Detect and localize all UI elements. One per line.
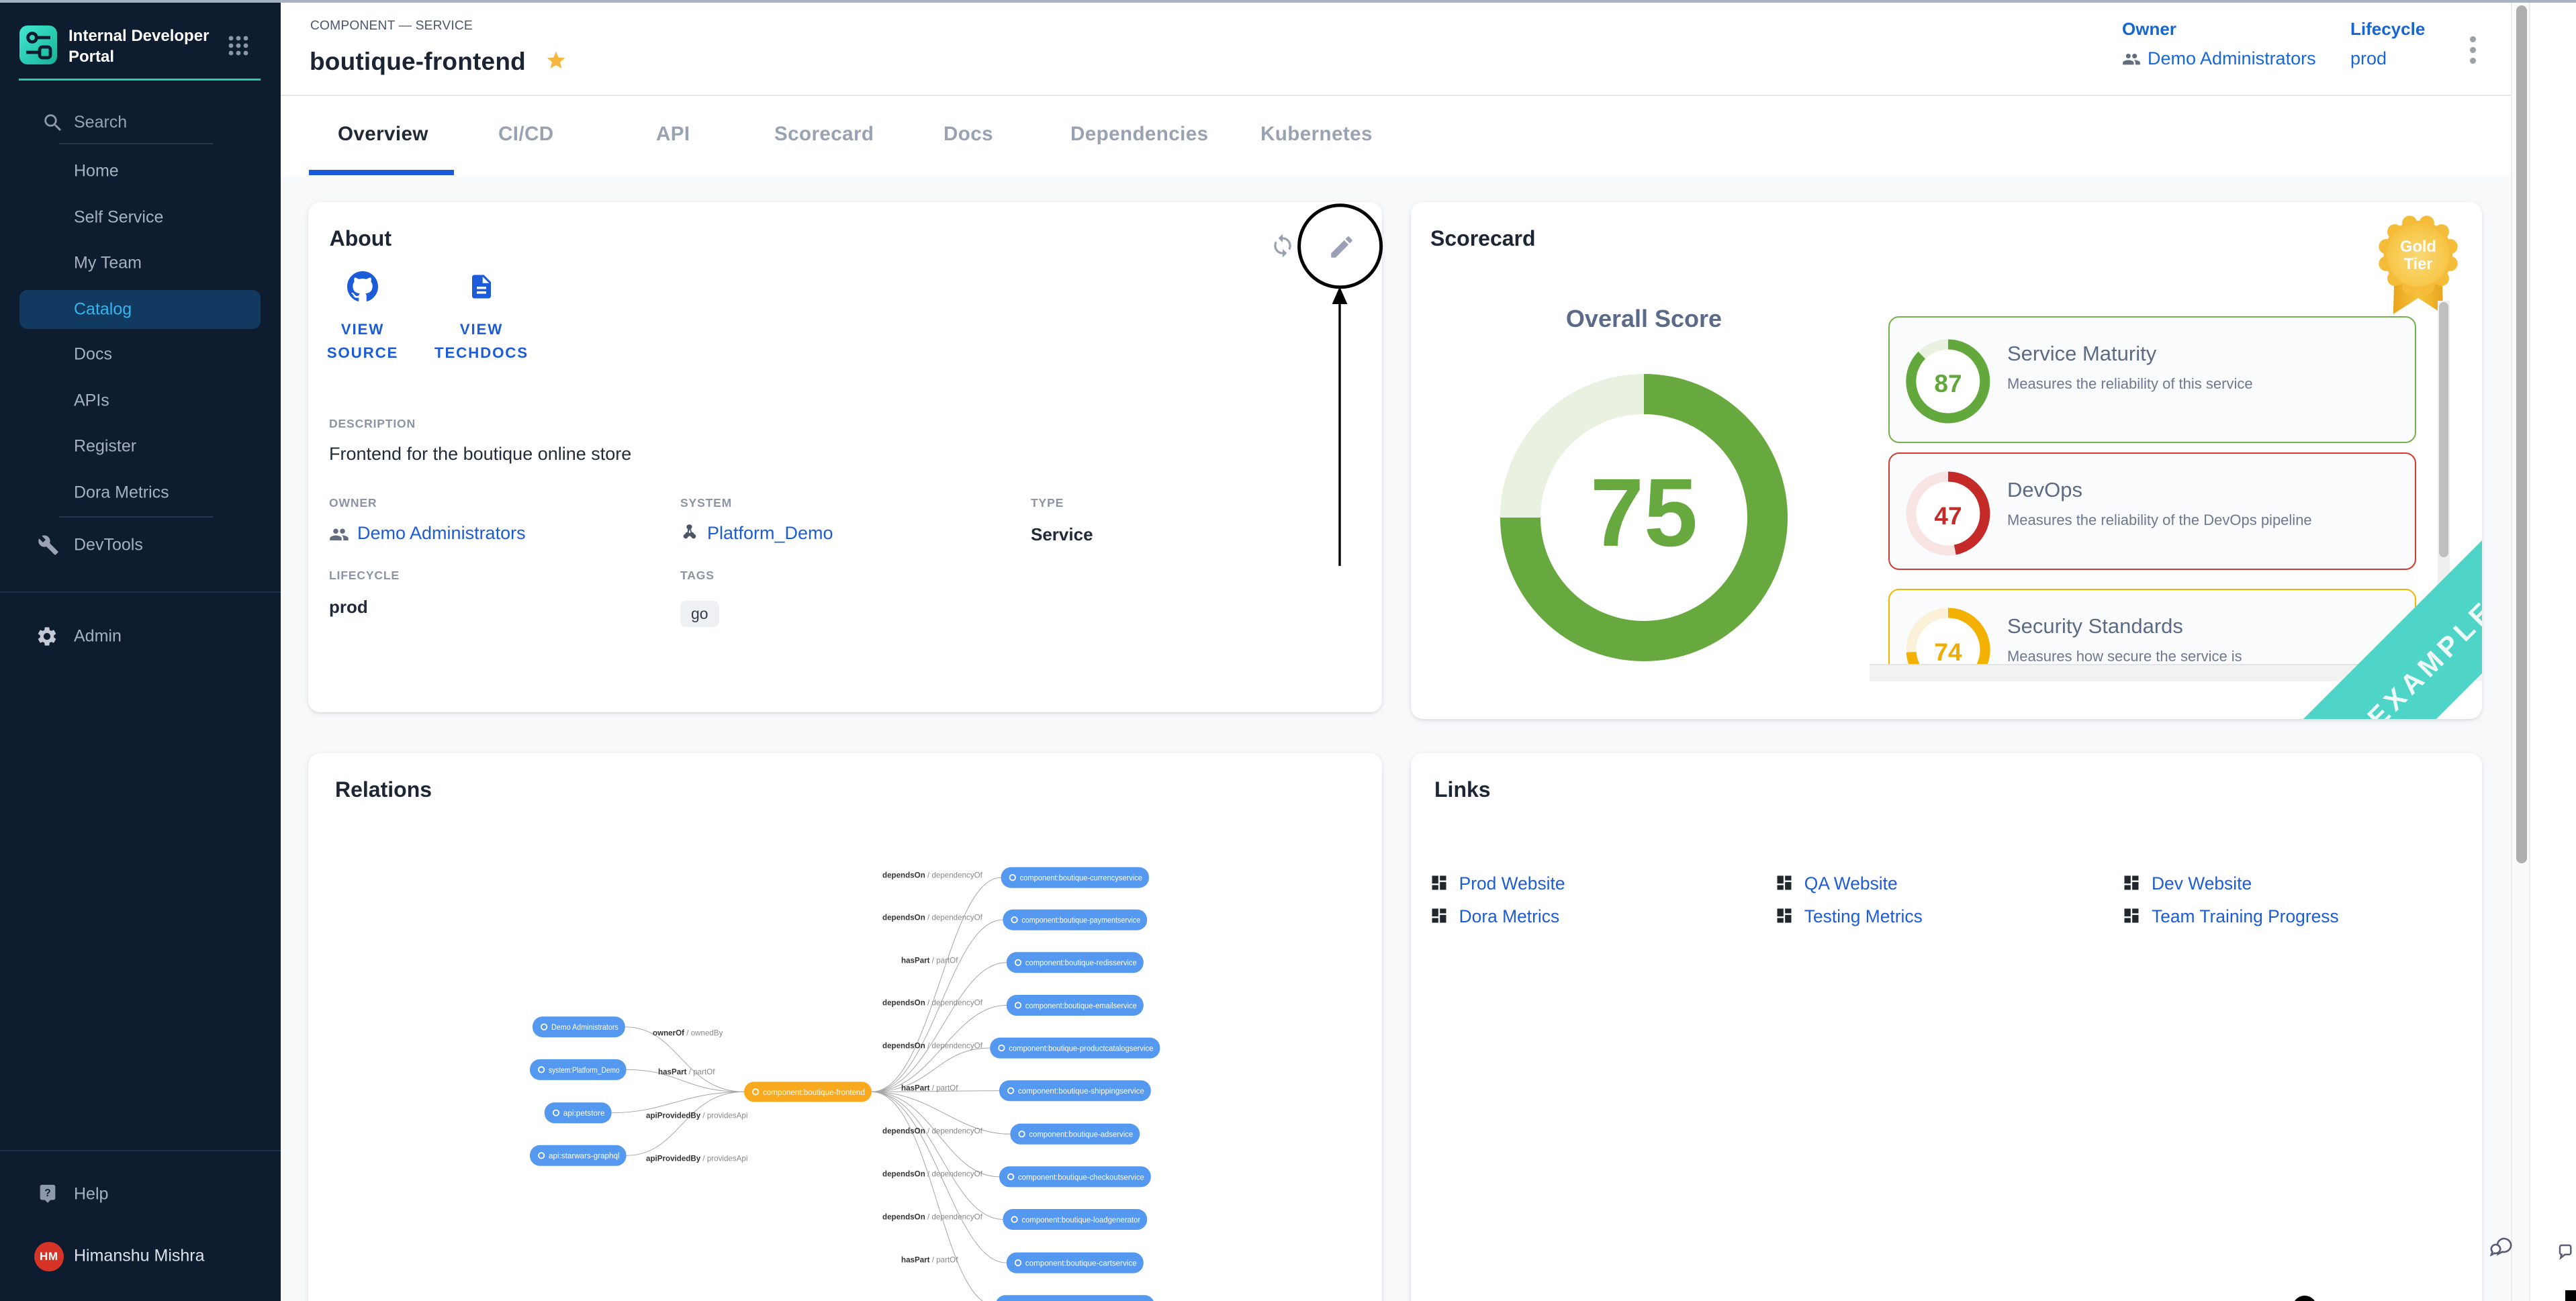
svg-text:dependsOn / dependencyOf: dependsOn / dependencyOf (882, 1212, 983, 1221)
svg-text:75: 75 (1590, 459, 1698, 567)
svg-text:Gold: Gold (2400, 238, 2436, 256)
svg-text:apiProvidedBy / providesApi: apiProvidedBy / providesApi (646, 1154, 747, 1163)
svg-text:api:starwars-graphql: api:starwars-graphql (549, 1151, 620, 1160)
svg-text:dependsOn / dependencyOf: dependsOn / dependencyOf (882, 871, 983, 879)
svg-text:api:petstore: api:petstore (563, 1108, 605, 1118)
svg-text:dependsOn / dependencyOf: dependsOn / dependencyOf (882, 1041, 983, 1050)
svg-text:component:boutique-redisservic: component:boutique-redisservice (1025, 958, 1137, 967)
svg-text:74: 74 (1935, 638, 1963, 664)
svg-text:component:boutique-paymentserv: component:boutique-paymentservice (1021, 915, 1140, 924)
svg-text:87: 87 (1935, 370, 1962, 397)
svg-text:component:boutique-emailservic: component:boutique-emailservice (1025, 1001, 1137, 1010)
svg-text:component:boutique-cartservice: component:boutique-cartservice (1025, 1258, 1137, 1267)
svg-text:component:boutique-currencyser: component:boutique-currencyservice (1020, 873, 1142, 882)
svg-text:dependsOn / dependencyOf: dependsOn / dependencyOf (882, 998, 983, 1007)
svg-text:dependsOn / dependencyOf: dependsOn / dependencyOf (882, 1126, 983, 1135)
svg-text:hasPart / partOf: hasPart / partOf (658, 1067, 715, 1076)
svg-text:component:boutique-checkoutser: component:boutique-checkoutservice (1018, 1172, 1144, 1182)
svg-text:Tier: Tier (2404, 256, 2433, 273)
svg-text:apiProvidedBy / providesApi: apiProvidedBy / providesApi (646, 1111, 747, 1120)
svg-text:hasPart / partOf: hasPart / partOf (901, 1083, 958, 1092)
svg-text:?: ? (44, 1188, 51, 1199)
svg-text:ownerOf / ownedBy: ownerOf / ownedBy (653, 1028, 723, 1037)
svg-text:component:boutique-adservice: component:boutique-adservice (1029, 1129, 1133, 1139)
svg-text:dependsOn / dependencyOf: dependsOn / dependencyOf (882, 913, 983, 922)
svg-text:Demo Administrators: Demo Administrators (551, 1022, 618, 1032)
svg-text:system:Platform_Demo: system:Platform_Demo (549, 1065, 620, 1075)
svg-text:component:boutique-productcata: component:boutique-productcatalogservice (1009, 1043, 1153, 1053)
svg-text:component:boutique-frontend: component:boutique-frontend (763, 1088, 865, 1097)
svg-text:47: 47 (1935, 502, 1962, 530)
svg-text:hasPart / partOf: hasPart / partOf (901, 1255, 958, 1264)
svg-text:dependsOn / dependencyOf: dependsOn / dependencyOf (882, 1169, 983, 1178)
svg-text:component:boutique-loadgenerat: component:boutique-loadgenerator (1021, 1215, 1140, 1224)
svg-text:hasPart / partOf: hasPart / partOf (901, 956, 958, 965)
svg-text:component:boutique-shippingser: component:boutique-shippingservice (1018, 1086, 1144, 1096)
